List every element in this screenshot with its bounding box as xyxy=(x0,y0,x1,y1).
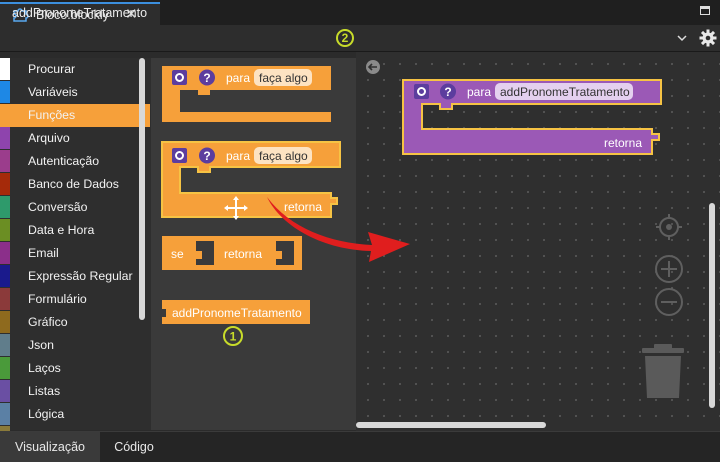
return-label: retorna xyxy=(284,200,322,214)
back-icon[interactable] xyxy=(366,60,380,74)
block-keyword: para xyxy=(467,85,491,99)
name-field-text: faça algo xyxy=(259,149,308,163)
horizontal-scrollbar[interactable] xyxy=(356,422,546,428)
procedure-return-block[interactable]: ? para faça algo retorna xyxy=(161,141,341,218)
return-label: retorna xyxy=(604,136,642,150)
svg-text:?: ? xyxy=(203,71,210,85)
block-keyword: para xyxy=(226,71,250,85)
zoom-out-icon[interactable] xyxy=(655,288,683,316)
call-label: addPronomeTratamento xyxy=(172,306,302,320)
bottom-tab-bar: Visualização Código xyxy=(0,431,720,462)
workspace-procedure-block[interactable]: ? para addPronomeTratamento retorna xyxy=(402,79,662,155)
help-icon: ? xyxy=(199,69,215,86)
block-keyword: para xyxy=(226,149,250,163)
gear-icon xyxy=(414,84,429,99)
zoom-in-icon[interactable] xyxy=(655,255,683,283)
procedure-block-1[interactable]: ? para faça algo xyxy=(162,66,331,122)
gear-icon xyxy=(172,70,187,85)
name-field-text: addPronomeTratamento xyxy=(500,85,630,99)
callout-1: 1 xyxy=(223,326,243,346)
gear-icon xyxy=(172,148,187,163)
svg-text:1: 1 xyxy=(230,330,237,344)
svg-text:?: ? xyxy=(444,85,451,99)
vertical-scrollbar[interactable] xyxy=(709,203,715,408)
tab-visualizacao[interactable]: Visualização xyxy=(0,432,100,462)
if-return-block[interactable]: se retorna xyxy=(162,236,302,270)
name-field-text: faça algo xyxy=(259,71,308,85)
if-label: se xyxy=(171,247,184,261)
procedure-call-block[interactable]: addPronomeTratamento xyxy=(162,300,310,324)
help-icon: ? xyxy=(440,83,456,100)
tab-codigo[interactable]: Código xyxy=(104,432,164,462)
blocks-canvas: ? para faça algo ? para faça algo retorn… xyxy=(161,60,715,428)
help-icon: ? xyxy=(199,147,215,164)
svg-text:?: ? xyxy=(203,149,210,163)
trash-icon[interactable] xyxy=(642,344,684,398)
recenter-icon[interactable] xyxy=(656,214,682,240)
return-label: retorna xyxy=(224,247,262,261)
